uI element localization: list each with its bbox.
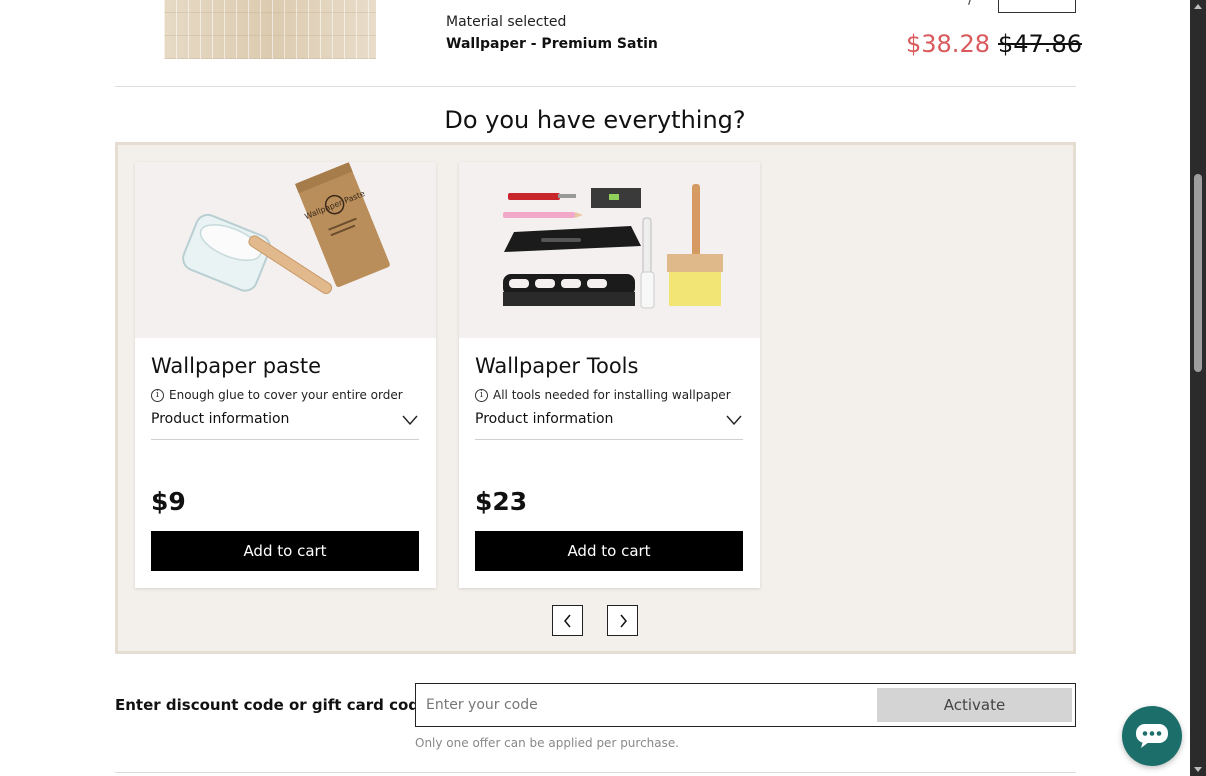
checkout-page: Material selected Wallpaper - Premium Sa…	[0, 0, 1190, 776]
scrollbar-thumb[interactable]	[1194, 174, 1202, 372]
product-info-label: Product information	[151, 411, 290, 427]
chat-button[interactable]	[1122, 706, 1182, 766]
original-price: $47.86	[998, 30, 1082, 58]
product-note-text: All tools needed for installing wallpape…	[493, 388, 731, 402]
product-info-toggle[interactable]: Product information	[475, 411, 743, 440]
chevron-down-icon	[402, 415, 418, 425]
product-note: i Enough glue to cover your entire order	[151, 388, 403, 402]
product-card-paste: Wallpaper Paste Wallpaper paste i Enough…	[135, 162, 436, 588]
info-icon: i	[475, 388, 488, 402]
chevron-right-icon	[619, 614, 627, 627]
material-value: Wallpaper - Premium Satin	[446, 36, 658, 52]
scroll-up-arrow-icon[interactable]	[1194, 4, 1202, 9]
discount-field: Activate	[415, 683, 1076, 727]
material-label: Material selected	[446, 14, 567, 30]
product-name: Wallpaper Tools	[475, 354, 639, 378]
sale-price: $38.28	[906, 30, 990, 58]
product-info-toggle[interactable]: Product information	[151, 411, 419, 440]
activate-button[interactable]: Activate	[877, 688, 1072, 722]
product-price: $9	[151, 487, 186, 516]
product-card-tools: Wallpaper Tools i All tools needed for i…	[459, 162, 760, 588]
add-to-cart-button[interactable]: Add to cart	[151, 531, 419, 571]
product-info-label: Product information	[475, 411, 614, 427]
discount-code-input[interactable]	[417, 685, 872, 725]
info-icon: i	[151, 388, 164, 402]
chat-bubble-icon	[1136, 724, 1168, 748]
discount-hint: Only one offer can be applied per purcha…	[415, 736, 680, 750]
upsell-carousel: Wallpaper Paste Wallpaper paste i Enough…	[115, 142, 1076, 654]
chevron-down-icon	[726, 415, 742, 425]
add-to-cart-button[interactable]: Add to cart	[475, 531, 743, 571]
upsell-title: Do you have everything?	[444, 106, 746, 134]
quantity-separator: /	[968, 0, 973, 7]
chevron-left-icon	[563, 614, 571, 627]
scroll-down-arrow-icon[interactable]	[1194, 767, 1202, 772]
product-name: Wallpaper paste	[151, 354, 322, 378]
product-note-text: Enough glue to cover your entire order	[169, 388, 403, 402]
carousel-prev-button[interactable]	[552, 605, 583, 636]
page-scrollbar[interactable]	[1190, 0, 1206, 776]
wallpaper-thumbnail[interactable]	[164, 0, 376, 59]
discount-label: Enter discount code or gift card code	[115, 696, 430, 714]
divider	[115, 772, 1076, 773]
product-price: $23	[475, 487, 528, 516]
carousel-next-button[interactable]	[607, 605, 638, 636]
paste-image[interactable]: Wallpaper Paste	[135, 162, 436, 338]
tools-image[interactable]	[459, 162, 760, 338]
divider	[115, 86, 1076, 87]
product-note: i All tools needed for installing wallpa…	[475, 388, 731, 402]
quantity-field[interactable]	[998, 0, 1076, 13]
